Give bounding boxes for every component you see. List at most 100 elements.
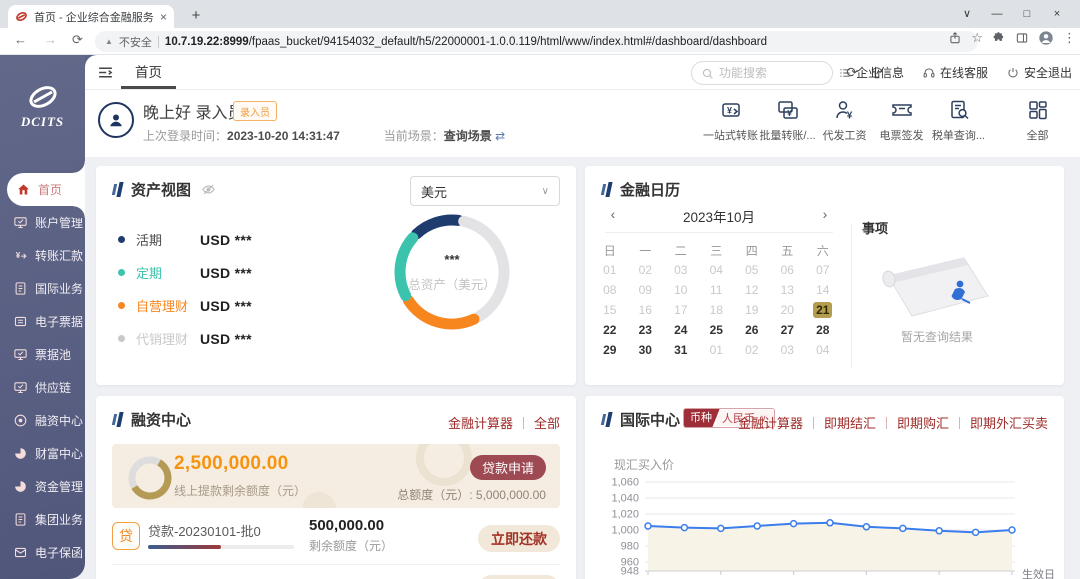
calendar-day[interactable]: 17	[663, 300, 699, 320]
calendar-day[interactable]: 01	[592, 260, 628, 280]
calendar-day[interactable]: 30	[628, 340, 664, 360]
data-point[interactable]	[681, 525, 687, 531]
function-search[interactable]	[691, 61, 833, 85]
calendar-day[interactable]: 14	[805, 280, 841, 300]
window-close-icon[interactable]: ×	[1042, 0, 1072, 28]
calendar-day[interactable]: 02	[628, 260, 664, 280]
calendar-day[interactable]: 23	[628, 320, 664, 340]
calendar-day[interactable]: 19	[734, 300, 770, 320]
sidebar-item-funds-mgmt[interactable]: 资金管理	[0, 470, 85, 503]
collapse-menu-icon[interactable]	[97, 64, 114, 81]
data-point[interactable]	[936, 528, 942, 534]
calendar-day[interactable]: 03	[770, 340, 806, 360]
eye-off-icon[interactable]	[201, 182, 216, 197]
calendar-day[interactable]: 24	[663, 320, 699, 340]
data-point[interactable]	[791, 521, 797, 527]
link-all[interactable]: 全部	[534, 413, 560, 432]
calendar-day[interactable]: 04	[699, 260, 735, 280]
sidebar-item-international[interactable]: 国际业务	[0, 272, 85, 305]
calendar-day[interactable]: 12	[734, 280, 770, 300]
quick-action-payroll[interactable]: ¥代发工资	[816, 98, 873, 143]
share-icon[interactable]	[948, 31, 962, 45]
calendar-day[interactable]: 20	[770, 300, 806, 320]
new-tab-button[interactable]: +	[184, 4, 208, 28]
calendar-day[interactable]: 18	[699, 300, 735, 320]
link-finance-calculator[interactable]: 金融计算器	[448, 413, 513, 432]
calendar-day[interactable]: 16	[628, 300, 664, 320]
address-bar[interactable]: ▲ 不安全 10.7.19.22:8999/fpaas_bucket/94154…	[95, 31, 978, 52]
sidebar-item-e-guarantee[interactable]: 电子保函	[0, 536, 85, 569]
calendar-day[interactable]: 06	[770, 260, 806, 280]
header-action-enterprise-info[interactable]: 企业信息	[838, 64, 904, 81]
data-point[interactable]	[754, 523, 760, 529]
calendar-day[interactable]: 02	[734, 340, 770, 360]
calendar-day[interactable]: 27	[770, 320, 806, 340]
bookmark-star-icon[interactable]: ☆	[971, 30, 983, 46]
calendar-day[interactable]: 08	[592, 280, 628, 300]
calendar-day[interactable]: 26	[734, 320, 770, 340]
quick-action-one-stop-transfer[interactable]: ¥一站式转账	[702, 98, 759, 143]
scene-switch-icon[interactable]: ⇄	[495, 129, 505, 143]
calendar-day[interactable]: 31	[663, 340, 699, 360]
tab-home[interactable]: 首页	[121, 55, 176, 89]
divider	[112, 564, 560, 565]
tab-close-icon[interactable]: ×	[160, 10, 167, 24]
reload-icon[interactable]: ⟳	[72, 32, 83, 48]
window-maximize-icon[interactable]: □	[1012, 0, 1042, 28]
calendar-day-today[interactable]: 21	[805, 300, 841, 320]
calendar-day[interactable]: 15	[592, 300, 628, 320]
security-label[interactable]: 不安全	[119, 34, 152, 50]
sidebar-item-supply-chain[interactable]: 供应链	[0, 371, 85, 404]
data-point[interactable]	[827, 520, 833, 526]
calendar-day[interactable]: 03	[663, 260, 699, 280]
header-action-online-service[interactable]: 在线客服	[922, 64, 988, 81]
data-point[interactable]	[645, 523, 651, 529]
quick-action-batch-transfer[interactable]: ¥批量转账/...	[759, 98, 816, 143]
extensions-puzzle-icon[interactable]	[992, 31, 1006, 45]
window-minimize-icon[interactable]: —	[982, 0, 1012, 28]
header-action-safe-logout[interactable]: 安全退出	[1006, 64, 1072, 81]
loan-apply-button[interactable]: 贷款申请	[470, 455, 546, 480]
calendar-day[interactable]: 25	[699, 320, 735, 340]
calendar-day[interactable]: 05	[734, 260, 770, 280]
currency-select[interactable]: 美元 ∨	[410, 176, 560, 206]
data-point[interactable]	[863, 524, 869, 530]
user-avatar[interactable]	[98, 102, 134, 138]
dcits-logo-icon	[25, 83, 61, 111]
calendar-day[interactable]: 29	[592, 340, 628, 360]
calendar-day[interactable]: 13	[770, 280, 806, 300]
search-input[interactable]	[719, 66, 819, 80]
sidebar-item-bill-pool[interactable]: 票据池	[0, 338, 85, 371]
repay-now-button-clipped[interactable]: 立即还款	[478, 575, 560, 579]
browser-tab[interactable]: 首页 - 企业综合金融服务平台 ×	[8, 5, 174, 28]
data-point[interactable]	[973, 529, 979, 535]
profile-avatar-icon[interactable]	[1038, 30, 1054, 46]
sidebar-item-group-business[interactable]: 集团业务	[0, 503, 85, 536]
quick-action-all[interactable]: 全部	[1009, 98, 1066, 143]
calendar-next-icon[interactable]: ›	[817, 206, 833, 222]
header-action-label: 安全退出	[1024, 64, 1072, 81]
quick-action-tax-query[interactable]: 税单查询...	[930, 98, 987, 143]
sidebar-item-financing-center[interactable]: 融资中心	[0, 404, 85, 437]
calendar-day[interactable]: 11	[699, 280, 735, 300]
side-panel-icon[interactable]	[1015, 31, 1029, 45]
calendar-day[interactable]: 10	[663, 280, 699, 300]
window-chevron-icon[interactable]: ∨	[952, 0, 982, 28]
data-point[interactable]	[900, 525, 906, 531]
sidebar-item-wealth-center[interactable]: 财富中心	[0, 437, 85, 470]
calendar-day[interactable]: 07	[805, 260, 841, 280]
data-point[interactable]	[718, 525, 724, 531]
calendar-day[interactable]: 09	[628, 280, 664, 300]
sidebar-item-home[interactable]: 首页	[7, 173, 85, 206]
calendar-day[interactable]: 22	[592, 320, 628, 340]
sidebar-item-e-bill[interactable]: 电子票据	[0, 305, 85, 338]
calendar-day[interactable]: 04	[805, 340, 841, 360]
data-point[interactable]	[1009, 527, 1015, 533]
repay-now-button[interactable]: 立即还款	[478, 525, 560, 552]
calendar-day[interactable]: 28	[805, 320, 841, 340]
quick-action-e-ticket-issue[interactable]: 电票签发	[873, 98, 930, 143]
calendar-day[interactable]: 01	[699, 340, 735, 360]
sidebar-item-transfer-remit[interactable]: ¥转账汇款	[0, 239, 85, 272]
menu-kebab-icon[interactable]: ⋮	[1063, 30, 1076, 46]
back-icon[interactable]: ←	[14, 32, 27, 47]
